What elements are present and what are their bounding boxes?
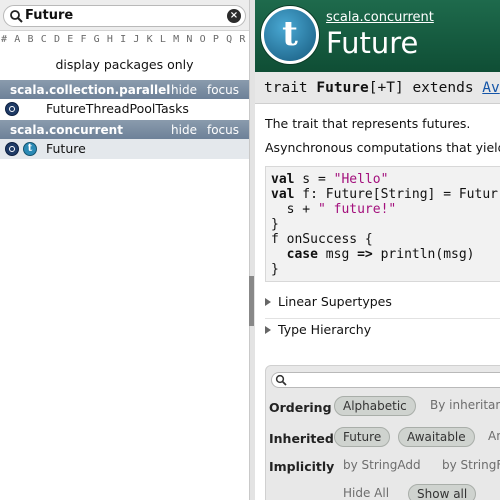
package-name[interactable]: scala.collection.parallel xyxy=(10,80,170,100)
fold-label[interactable]: Type Hierarchy xyxy=(278,322,371,337)
entry-label[interactable]: FutureThreadPoolTasks xyxy=(46,99,189,119)
hide-all-button[interactable]: Hide All xyxy=(335,484,397,500)
code-example: val s = "Hello" val f: Future[String] = F… xyxy=(265,166,500,282)
by-stringformat-toggle[interactable]: by StringF xyxy=(434,456,500,476)
signature-name: Future xyxy=(316,80,369,96)
expand-triangle-icon xyxy=(265,326,271,334)
focus-link[interactable]: focus xyxy=(207,80,239,100)
doc-header: t scala.concurrent Future xyxy=(255,0,500,72)
breadcrumb[interactable]: scala.concurrent xyxy=(326,10,434,25)
search-input[interactable]: Future × xyxy=(3,5,246,27)
member-filter-panel: Ordering Alphabetic By inheritan Inherit… xyxy=(265,365,500,500)
ordering-label: Ordering xyxy=(269,400,332,415)
letter-index[interactable]: # A B C D E F G H I J K L M N O P Q R S … xyxy=(0,31,249,49)
alphabetic-button[interactable]: Alphabetic xyxy=(334,396,416,416)
implicitly-label: Implicitly xyxy=(269,459,335,474)
package-name[interactable]: scala.concurrent xyxy=(10,120,123,140)
fold-label[interactable]: Linear Supertypes xyxy=(278,294,392,309)
page-title: Future xyxy=(326,26,419,60)
description-text: The trait that represents futures. xyxy=(265,116,471,131)
package-header[interactable]: scala.concurrent hide focus xyxy=(0,120,249,140)
trait-icon[interactable]: t xyxy=(23,142,37,156)
clear-icon[interactable]: × xyxy=(227,9,241,23)
code-line: } xyxy=(271,262,279,277)
signature-extends: extends xyxy=(412,80,474,96)
description-text: Asynchronous computations that yield fu xyxy=(265,140,500,155)
search-icon xyxy=(275,374,287,386)
by-inheritance-button[interactable]: By inheritan xyxy=(422,396,500,416)
entry-label[interactable]: Future xyxy=(46,139,86,159)
search-bar: Future × xyxy=(0,0,249,31)
code-line: s + " future!" xyxy=(271,202,397,217)
supertype-link[interactable]: Av xyxy=(482,80,499,96)
inherited-label: Inherited xyxy=(269,431,334,446)
code-line: } xyxy=(271,217,279,232)
splitter-grip[interactable] xyxy=(249,276,254,326)
code-line: case msg => println(msg) xyxy=(286,247,475,262)
list-item[interactable]: FutureThreadPoolTasks xyxy=(0,99,249,119)
display-packages-toggle[interactable]: display packages only xyxy=(0,55,249,75)
left-panel: Future × # A B C D E F G H I J K L M N O… xyxy=(0,0,249,500)
inherited-any-toggle[interactable]: An xyxy=(480,427,500,447)
learn-more-link[interactable]: Le xyxy=(494,484,500,500)
code-line: val s = "Hello" xyxy=(271,172,389,187)
list-item[interactable]: t Future xyxy=(0,139,249,159)
hide-link[interactable]: hide xyxy=(171,80,197,100)
object-icon[interactable] xyxy=(5,142,19,156)
linear-supertypes-toggle[interactable]: Linear Supertypes xyxy=(265,291,500,313)
type-hierarchy-toggle[interactable]: Type Hierarchy xyxy=(265,318,500,340)
hide-link[interactable]: hide xyxy=(171,120,197,140)
package-header[interactable]: scala.collection.parallel hide focus xyxy=(0,80,249,100)
search-value[interactable]: Future xyxy=(25,7,73,25)
search-icon xyxy=(10,10,23,23)
inherited-future-toggle[interactable]: Future xyxy=(334,427,391,447)
focus-link[interactable]: focus xyxy=(207,120,239,140)
expand-triangle-icon xyxy=(265,298,271,306)
show-all-button[interactable]: Show all xyxy=(408,484,477,500)
signature-kind: trait xyxy=(264,80,308,96)
type-signature: trait Future[+T] extends Av xyxy=(255,72,500,104)
code-line: val f: Future[String] = Futur xyxy=(271,187,498,202)
signature-params: [+T] xyxy=(368,80,404,96)
inherited-awaitable-toggle[interactable]: Awaitable xyxy=(398,427,475,447)
by-stringadd-toggle[interactable]: by StringAdd xyxy=(335,456,429,476)
trait-big-icon: t xyxy=(261,6,319,64)
object-icon[interactable] xyxy=(5,102,19,116)
code-line: f onSuccess { xyxy=(271,232,373,247)
doc-panel: t scala.concurrent Future trait Future[+… xyxy=(255,0,500,500)
member-search-input[interactable] xyxy=(271,372,500,388)
